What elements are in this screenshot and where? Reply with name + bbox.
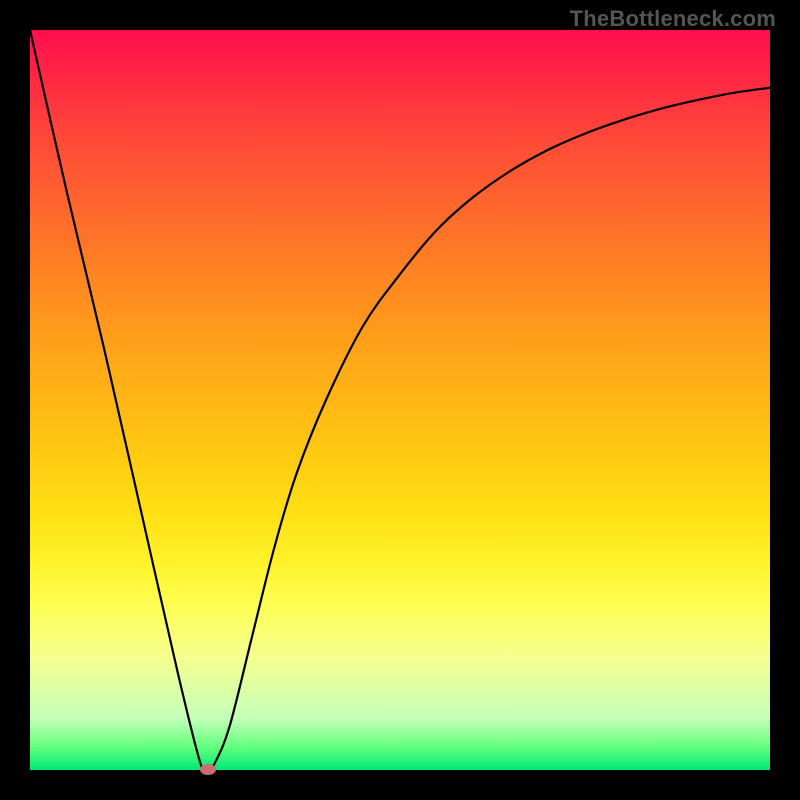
chart-frame: TheBottleneck.com [0, 0, 800, 800]
watermark-text: TheBottleneck.com [570, 6, 776, 32]
bottleneck-curve [30, 30, 770, 770]
minimum-marker [200, 764, 216, 775]
plot-area [30, 30, 770, 770]
